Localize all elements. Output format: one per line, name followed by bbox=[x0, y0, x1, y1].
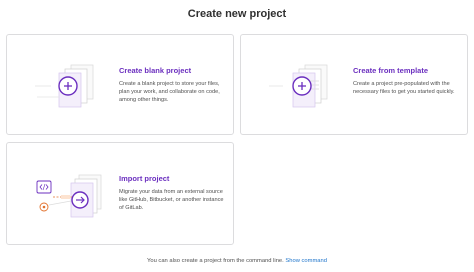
plus-icon bbox=[58, 76, 78, 96]
command-line-hint: You can also create a project from the c… bbox=[0, 258, 474, 264]
plus-icon bbox=[292, 76, 312, 96]
import-project-card[interactable]: Import project Migrate your data from an… bbox=[6, 142, 234, 245]
create-from-template-card[interactable]: Create from template Create a project pr… bbox=[240, 34, 468, 135]
card-title: Create from template bbox=[353, 66, 429, 75]
create-blank-project-card[interactable]: Create blank project Create a blank proj… bbox=[6, 34, 234, 135]
code-icon bbox=[36, 180, 52, 194]
card-text: Create blank project Create a blank proj… bbox=[119, 66, 227, 105]
card-description: Create a project pre-populated with the … bbox=[353, 81, 455, 96]
card-text: Import project Migrate your data from an… bbox=[119, 174, 227, 213]
card-title: Import project bbox=[119, 174, 170, 183]
blank-project-illustration bbox=[35, 64, 94, 108]
card-description: Create a blank project to store your fil… bbox=[119, 81, 220, 104]
show-command-link[interactable]: Show command bbox=[285, 258, 327, 264]
import-project-illustration bbox=[36, 174, 102, 218]
source-icon bbox=[39, 202, 49, 212]
card-description: Migrate your data from an external sourc… bbox=[119, 189, 224, 212]
arrow-right-icon bbox=[71, 191, 89, 209]
page-title: Create new project bbox=[187, 8, 287, 20]
create-project-page: Create new project Create blank project … bbox=[0, 0, 474, 272]
template-project-illustration bbox=[269, 64, 328, 108]
card-text: Create from template Create a project pr… bbox=[353, 66, 461, 96]
card-title: Create blank project bbox=[119, 66, 192, 75]
command-line-hint-text: You can also create a project from the c… bbox=[147, 258, 284, 264]
